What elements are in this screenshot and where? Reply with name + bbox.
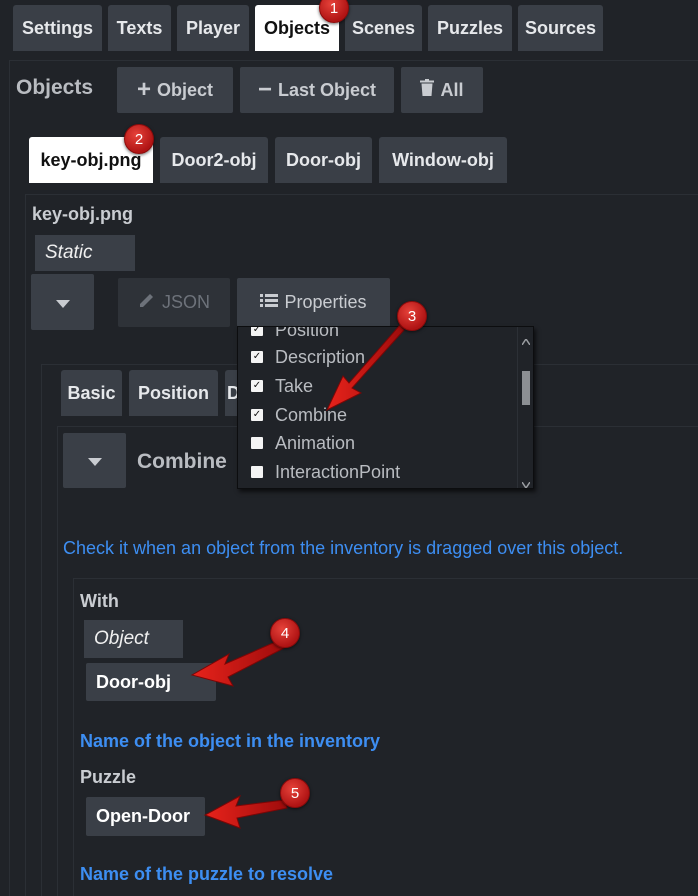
tab-player[interactable]: Player (177, 5, 249, 51)
puzzle-help-text: Name of the puzzle to resolve (80, 864, 334, 884)
caret-down-icon (55, 292, 70, 313)
delete-all-button[interactable]: All (401, 67, 483, 113)
tab-texts[interactable]: Texts (108, 5, 171, 51)
plus-icon: + (136, 76, 151, 103)
checkbox-unchecked-icon[interactable] (251, 437, 263, 449)
property-item-animation[interactable]: Animation (238, 429, 518, 457)
object-tab-window-obj[interactable]: Window-obj (379, 137, 507, 183)
json-button[interactable]: JSON (118, 278, 230, 327)
minus-icon: − (257, 76, 272, 103)
checkbox-checked-icon[interactable]: ✓ (251, 351, 263, 363)
badge-5: 5 (280, 778, 310, 808)
properties-button[interactable]: Properties (237, 278, 390, 327)
inner-tab-basic[interactable]: Basic (61, 370, 122, 416)
badge-3: 3 (397, 301, 427, 331)
scroll-down-icon[interactable] (521, 475, 531, 488)
properties-dropdown[interactable]: ✓ Position ✓ Description ✓ Take ✓ Combin… (237, 326, 534, 489)
checkbox-checked-icon[interactable]: ✓ (251, 380, 263, 392)
combine-collapse-button[interactable] (63, 433, 126, 488)
property-item-combine[interactable]: ✓ Combine (238, 401, 518, 429)
object-type-field[interactable]: Static (35, 235, 135, 271)
puzzle-input[interactable]: Open-Door (86, 797, 205, 836)
add-object-label: Object (157, 79, 214, 100)
dropdown-scrollbar[interactable] (517, 327, 533, 488)
badge-2: 2 (124, 124, 154, 154)
combine-help-text: Check it when an object from the invento… (63, 538, 624, 558)
with-help-text: Name of the object in the inventory (80, 731, 381, 751)
object-tab-door2-obj[interactable]: Door2-obj (160, 137, 268, 183)
with-label: With (80, 591, 119, 611)
with-type-field[interactable]: Object (84, 620, 183, 658)
tab-settings[interactable]: Settings (13, 5, 102, 51)
objects-title: Objects (16, 76, 94, 99)
tab-scenes[interactable]: Scenes (345, 5, 422, 51)
properties-label: Properties (284, 292, 367, 312)
inner-tab-position[interactable]: Position (129, 370, 218, 416)
combine-title: Combine (137, 450, 227, 473)
add-object-button[interactable]: + Object (117, 67, 233, 113)
json-label: JSON (161, 292, 210, 312)
with-object-input[interactable]: Door-obj (86, 663, 216, 701)
property-item-position[interactable]: ✓ Position (238, 327, 518, 344)
badge-4: 4 (270, 618, 300, 648)
puzzle-label: Puzzle (80, 767, 137, 787)
property-item-take[interactable]: ✓ Take (238, 372, 518, 400)
checkbox-checked-icon[interactable]: ✓ (251, 327, 263, 336)
tab-sources[interactable]: Sources (518, 5, 603, 51)
checkbox-checked-icon[interactable]: ✓ (251, 409, 263, 421)
property-item-description[interactable]: ✓ Description (238, 343, 518, 371)
collapse-toggle-button[interactable] (31, 274, 94, 330)
trash-icon (420, 79, 435, 101)
tab-puzzles[interactable]: Puzzles (428, 5, 512, 51)
object-name: key-obj.png (32, 204, 134, 224)
scroll-up-icon[interactable] (521, 332, 531, 350)
scrollbar-thumb[interactable] (522, 371, 530, 405)
object-tab-door-obj[interactable]: Door-obj (275, 137, 372, 183)
delete-all-label: All (440, 79, 464, 100)
last-object-label: Last Object (277, 79, 377, 100)
pencil-icon (138, 291, 156, 314)
property-item-interactionpoint[interactable]: InteractionPoint (238, 458, 518, 486)
list-icon (260, 292, 279, 313)
last-object-button[interactable]: − Last Object (240, 67, 394, 113)
caret-down-icon (87, 450, 102, 471)
checkbox-unchecked-icon[interactable] (251, 466, 263, 478)
